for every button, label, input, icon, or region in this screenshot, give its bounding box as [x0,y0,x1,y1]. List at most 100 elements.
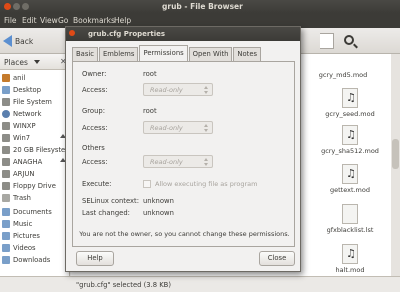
menu-go[interactable]: Go [58,16,68,25]
drive-icon [2,133,10,142]
text-file-icon [342,204,358,224]
sidebar-item-arjun[interactable]: ARJUN [2,168,34,179]
updown-arrow-icon [204,86,209,94]
tab-notes[interactable]: Notes [233,47,262,61]
drive-icon [2,97,10,106]
window-titlebar[interactable]: grub - File Browser [0,0,400,13]
execute-checkbox-label: Allow executing file as program [155,180,258,188]
sidebar-item-file-system[interactable]: File System [2,96,52,107]
sidebar-item-20gb-filesystem[interactable]: 20 GB Filesystem [2,144,72,155]
tab-basic[interactable]: Basic [72,47,98,61]
execute-label: Execute: [82,180,112,188]
help-button[interactable]: Help [76,251,114,266]
owner-access-select[interactable]: Read-only [143,83,213,96]
last-changed-value: unknown [143,209,174,217]
file-name: halt.mod [335,266,365,274]
menu-edit[interactable]: Edit [22,16,37,25]
sidebar-item-anagha[interactable]: ANAGHA [2,156,42,167]
sidebar-item-anil[interactable]: anil [2,72,25,83]
execute-checkbox[interactable] [143,180,151,188]
file-item[interactable]: gfxblacklist.lst [315,204,385,234]
music-file-icon: ♫ [342,244,358,264]
menu-bookmarks[interactable]: Bookmarks [73,16,115,25]
menu-view[interactable]: View [40,16,58,25]
updown-arrow-icon [204,158,209,166]
last-changed-label: Last changed: [82,209,130,217]
search-icon[interactable] [344,35,354,45]
owner-access-label: Access: [82,86,108,94]
drive-icon [2,169,10,178]
drive-icon [2,145,10,154]
tab-emblems[interactable]: Emblems [99,47,139,61]
file-name: gfxblacklist.lst [326,226,374,234]
dialog-title: grub.cfg Properties [88,30,166,38]
network-icon [2,109,10,118]
status-bar: "grub.cfg" selected (3.8 KB) [0,276,400,292]
back-label: Back [15,36,34,46]
tab-permissions[interactable]: Permissions [139,45,188,61]
group-value: root [143,107,157,115]
chevron-down-icon[interactable] [34,60,40,64]
updown-arrow-icon [204,124,209,132]
places-sidebar: Places ✕ anil Desktop File System Networ… [0,54,72,276]
folder-icon [2,85,10,94]
file-name: gettext.mod [329,186,370,194]
sidebar-item-label: Trash [13,193,31,202]
maximize-icon[interactable] [22,3,29,10]
sidebar-item-label: Network [13,109,42,118]
file-item[interactable]: gcry_md5.mod [308,69,378,79]
tab-open-with[interactable]: Open With [188,47,233,61]
sidebar-item-pictures[interactable]: Pictures [2,230,40,241]
drive-icon [2,121,10,130]
owner-value: root [143,70,157,78]
file-item[interactable]: ♫ halt.mod [315,244,385,274]
menu-file[interactable]: File [4,16,17,25]
sidebar-item-label: File System [13,97,52,106]
location-field[interactable] [320,33,334,49]
others-access-value: Read-only [150,158,183,166]
music-file-icon: ♫ [342,125,358,145]
places-header[interactable]: Places ✕ [0,54,70,70]
scrollbar-thumb[interactable] [392,139,399,169]
window-controls [4,3,31,12]
file-name: gcry_md5.mod [318,71,368,79]
close-button[interactable]: Close [259,251,295,266]
sidebar-item-winxp[interactable]: WINXP [2,120,36,131]
properties-dialog: grub.cfg Properties Basic Emblems Permis… [65,26,301,272]
dialog-titlebar[interactable]: grub.cfg Properties [66,27,300,41]
permissions-notice: You are not the owner, so you cannot cha… [79,230,290,238]
others-access-select[interactable]: Read-only [143,155,213,168]
file-item[interactable]: ♫ gcry_sha512.mod [315,125,385,155]
close-icon[interactable] [69,30,75,36]
sidebar-item-label: anil [13,73,26,82]
sidebar-item-videos[interactable]: Videos [2,242,36,253]
minimize-icon[interactable] [13,3,20,10]
back-arrow-icon [3,35,12,47]
file-item[interactable]: ♫ gcry_seed.mod [315,88,385,118]
group-label: Group: [82,107,105,115]
status-text: "grub.cfg" selected (3.8 KB) [76,281,171,289]
folder-icon [2,255,10,264]
vertical-scrollbar[interactable] [391,54,400,276]
sidebar-item-documents[interactable]: Documents [2,206,52,217]
selinux-label: SELinux context: [82,197,139,205]
folder-icon [2,231,10,240]
close-icon[interactable] [4,3,11,10]
sidebar-item-floppy-drive[interactable]: Floppy Drive [2,180,56,191]
back-button[interactable]: Back [3,33,63,49]
sidebar-item-label: Music [13,219,33,228]
owner-access-value: Read-only [150,86,183,94]
sidebar-item-downloads[interactable]: Downloads [2,254,50,265]
music-file-icon: ♫ [342,88,358,108]
trash-icon [2,193,10,202]
sidebar-item-music[interactable]: Music [2,218,32,229]
sidebar-item-network[interactable]: Network [2,108,41,119]
sidebar-item-win7[interactable]: Win7 [2,132,30,143]
folder-icon [2,243,10,252]
menu-help[interactable]: Help [114,16,131,25]
sidebar-item-desktop[interactable]: Desktop [2,84,41,95]
group-access-select[interactable]: Read-only [143,121,213,134]
sidebar-item-trash[interactable]: Trash [2,192,31,203]
file-item[interactable]: ♫ gettext.mod [315,164,385,194]
drive-icon [2,157,10,166]
